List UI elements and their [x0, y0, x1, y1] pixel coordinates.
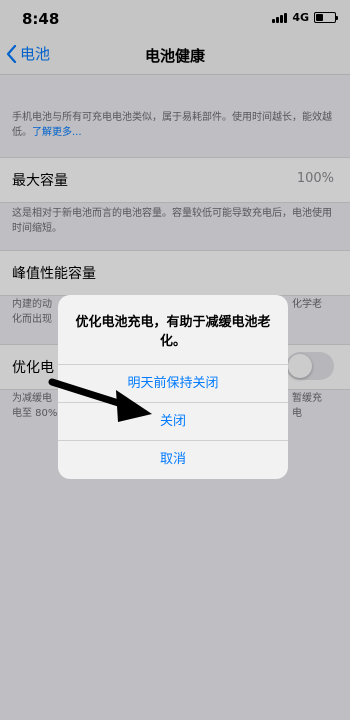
alert-dialog: 优化电池充电，有助于减缓电池老化。 明天前保持关闭 关闭 取消	[58, 295, 288, 479]
cancel-button[interactable]: 取消	[58, 440, 288, 478]
alert-message: 优化电池充电，有助于减缓电池老化。	[75, 315, 271, 349]
turn-off-button[interactable]: 关闭	[58, 402, 288, 440]
keep-off-until-tomorrow-button[interactable]: 明天前保持关闭	[58, 364, 288, 402]
